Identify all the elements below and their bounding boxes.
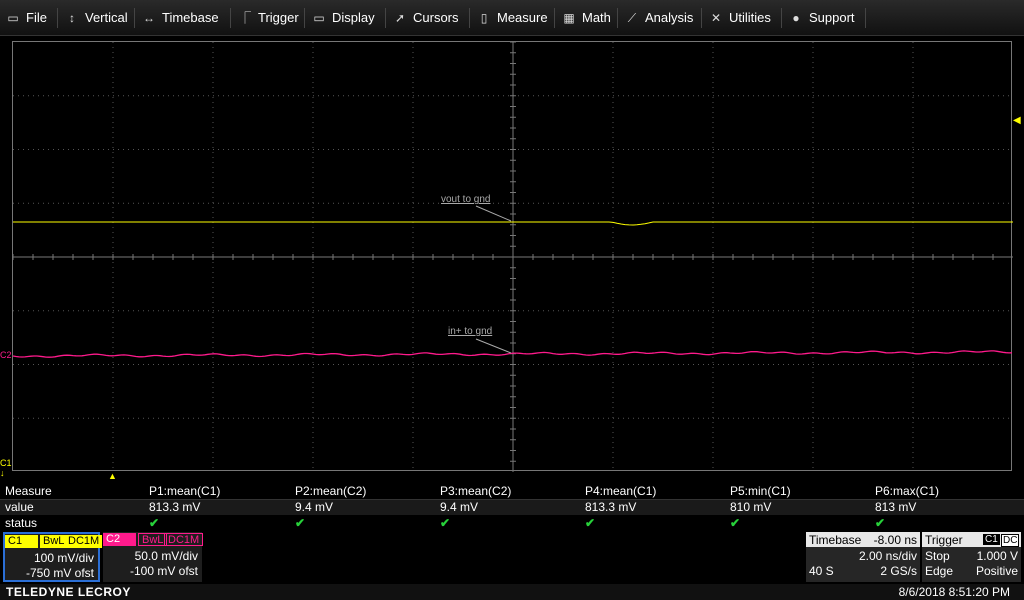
measure-value-row: value 813.3 mV 9.4 mV 9.4 mV 813.3 mV 81… bbox=[0, 500, 1024, 515]
menu-divider bbox=[134, 8, 135, 28]
trigger-type: Edge bbox=[925, 564, 954, 578]
brand-logo: TELEDYNE LECROY bbox=[6, 585, 131, 599]
trigger-slope: Positive bbox=[975, 564, 1018, 578]
param-value: 810 mV bbox=[730, 500, 772, 514]
menu-trigger[interactable]: ⎾ Trigger bbox=[238, 0, 299, 35]
trigger-coupling-badge: DC bbox=[1001, 534, 1020, 547]
status-ok-icon: ✔ bbox=[875, 516, 886, 530]
menu-utilities[interactable]: ✕ Utilities bbox=[709, 0, 771, 35]
menu-divider bbox=[469, 8, 470, 28]
c2-bandwidth-badge: BwL bbox=[138, 533, 168, 546]
cursors-icon: ➚ bbox=[394, 10, 406, 25]
file-icon: ▭ bbox=[7, 10, 19, 25]
c1-ground-marker[interactable]: C1 ↓ bbox=[0, 458, 12, 478]
status-ok-icon: ✔ bbox=[585, 516, 596, 530]
param-value: 813.3 mV bbox=[585, 500, 637, 514]
menu-divider bbox=[554, 8, 555, 28]
support-icon: ● bbox=[792, 10, 800, 25]
trigger-icon: ⎾ bbox=[238, 10, 251, 25]
c1-offset: -750 mV ofst bbox=[25, 566, 94, 580]
menu-divider bbox=[781, 8, 782, 28]
timebase-samples: 40 S bbox=[809, 564, 834, 578]
c2-volts-div: 50.0 mV/div bbox=[134, 549, 198, 563]
timebase-time-div: 2.00 ns/div bbox=[858, 549, 917, 563]
trace-c2 bbox=[13, 350, 1013, 358]
param-value: 9.4 mV bbox=[295, 500, 334, 514]
param-name: P5:min(C1) bbox=[730, 484, 791, 498]
menu-cursors[interactable]: ➚ Cursors bbox=[393, 0, 459, 35]
channel-c1-box[interactable]: C1 BwL DC1M 100 mV/div -750 mV ofst bbox=[3, 532, 103, 582]
c2-ground-marker[interactable]: C2 bbox=[0, 350, 12, 360]
trigger-title: Trigger bbox=[925, 533, 963, 547]
timebase-title: Timebase bbox=[809, 533, 862, 547]
menu-math[interactable]: ▦ Math bbox=[562, 0, 611, 35]
timebase-box[interactable]: Timebase -8.00 ns 2.00 ns/div 40 S 2 GS/… bbox=[806, 532, 920, 582]
menu-divider bbox=[865, 8, 866, 28]
trace-label-c1[interactable]: vout to gnd bbox=[441, 194, 490, 205]
trace-label-c2[interactable]: in+ to gnd bbox=[448, 326, 492, 337]
c2-coupling-badge: DC1M bbox=[164, 533, 204, 546]
timebase-icon: ↔ bbox=[143, 10, 155, 25]
c2-offset: -100 mV ofst bbox=[129, 564, 198, 578]
traces bbox=[13, 205, 1013, 358]
menu-divider bbox=[617, 8, 618, 28]
vertical-icon: ↕ bbox=[69, 10, 75, 25]
menu-bar: ▭ File ↕ Vertical ↔ Timebase ⎾ Trigger ▭ Disp… bbox=[0, 0, 1024, 36]
utilities-icon: ✕ bbox=[710, 10, 722, 25]
timebase-sample-rate: 2 GS/s bbox=[880, 564, 917, 578]
math-icon: ▦ bbox=[563, 10, 575, 25]
menu-timebase[interactable]: ↔ Timebase bbox=[142, 0, 219, 35]
param-name: P4:mean(C1) bbox=[585, 484, 657, 498]
param-name: P3:mean(C2) bbox=[440, 484, 512, 498]
trigger-mode: Stop bbox=[925, 549, 950, 563]
waveform-grid[interactable]: vout to gnd in+ to gnd bbox=[12, 41, 1013, 472]
analysis-icon: ⟋ bbox=[627, 10, 637, 25]
measure-header-row: Measure P1:mean(C1) P2:mean(C2) P3:mean(… bbox=[0, 484, 1024, 500]
menu-file[interactable]: ▭ File bbox=[6, 0, 47, 35]
menu-measure[interactable]: ▯ Measure bbox=[477, 0, 548, 35]
trigger-level: 1.000 V bbox=[976, 549, 1018, 563]
label-leader-c1 bbox=[475, 205, 512, 222]
param-value: 813 mV bbox=[875, 500, 917, 514]
trigger-position-marker[interactable]: ▲ bbox=[108, 471, 117, 481]
menu-divider bbox=[385, 8, 386, 28]
c1-coupling-badge: DC1M bbox=[65, 535, 103, 548]
param-name: P1:mean(C1) bbox=[149, 484, 221, 498]
measure-status-row: status ✔ ✔ ✔ ✔ ✔ ✔ bbox=[5, 516, 886, 530]
menu-divider bbox=[230, 8, 231, 28]
param-name: P2:mean(C2) bbox=[295, 484, 367, 498]
channel-c2-box[interactable]: C2 BwL DC1M 50.0 mV/div -100 mV ofst bbox=[103, 532, 204, 582]
menu-support[interactable]: ● Support bbox=[789, 0, 854, 35]
menu-display[interactable]: ▭ Display bbox=[312, 0, 374, 35]
trace-c1 bbox=[13, 221, 1013, 226]
menu-analysis[interactable]: ⟋ Analysis bbox=[625, 0, 694, 35]
menu-divider bbox=[57, 8, 58, 28]
param-name: P6:max(C1) bbox=[875, 484, 940, 498]
menu-vertical[interactable]: ↕ Vertical bbox=[65, 0, 128, 35]
label-leader-c2 bbox=[475, 338, 512, 354]
channel-c2-name: C2 bbox=[103, 533, 136, 546]
status-ok-icon: ✔ bbox=[149, 516, 160, 530]
channel-c1-name: C1 bbox=[5, 535, 38, 548]
measure-icon: ▯ bbox=[480, 10, 488, 25]
display-icon: ▭ bbox=[313, 10, 325, 25]
param-value: 9.4 mV bbox=[440, 500, 479, 514]
c1-bandwidth-badge: BwL bbox=[40, 535, 68, 548]
menu-divider bbox=[304, 8, 305, 28]
timebase-delay: -8.00 ns bbox=[873, 533, 917, 547]
trigger-level-marker[interactable]: ◀ bbox=[1013, 115, 1021, 126]
status-bar: TELEDYNE LECROY 8/6/2018 8:51:20 PM bbox=[0, 584, 1024, 600]
status-ok-icon: ✔ bbox=[440, 516, 451, 530]
trigger-source-badge: C1 bbox=[983, 534, 1000, 545]
measure-table[interactable]: Measure P1:mean(C1) P2:mean(C2) P3:mean(… bbox=[0, 484, 1024, 531]
param-value: 813.3 mV bbox=[149, 500, 201, 514]
status-ok-icon: ✔ bbox=[730, 516, 741, 530]
trigger-box[interactable]: Trigger C1 DC Stop 1.000 V Edge Positive bbox=[922, 532, 1021, 582]
date-time: 8/6/2018 8:51:20 PM bbox=[898, 585, 1010, 599]
c1-volts-div: 100 mV/div bbox=[33, 551, 94, 565]
status-ok-icon: ✔ bbox=[295, 516, 306, 530]
menu-divider bbox=[701, 8, 702, 28]
